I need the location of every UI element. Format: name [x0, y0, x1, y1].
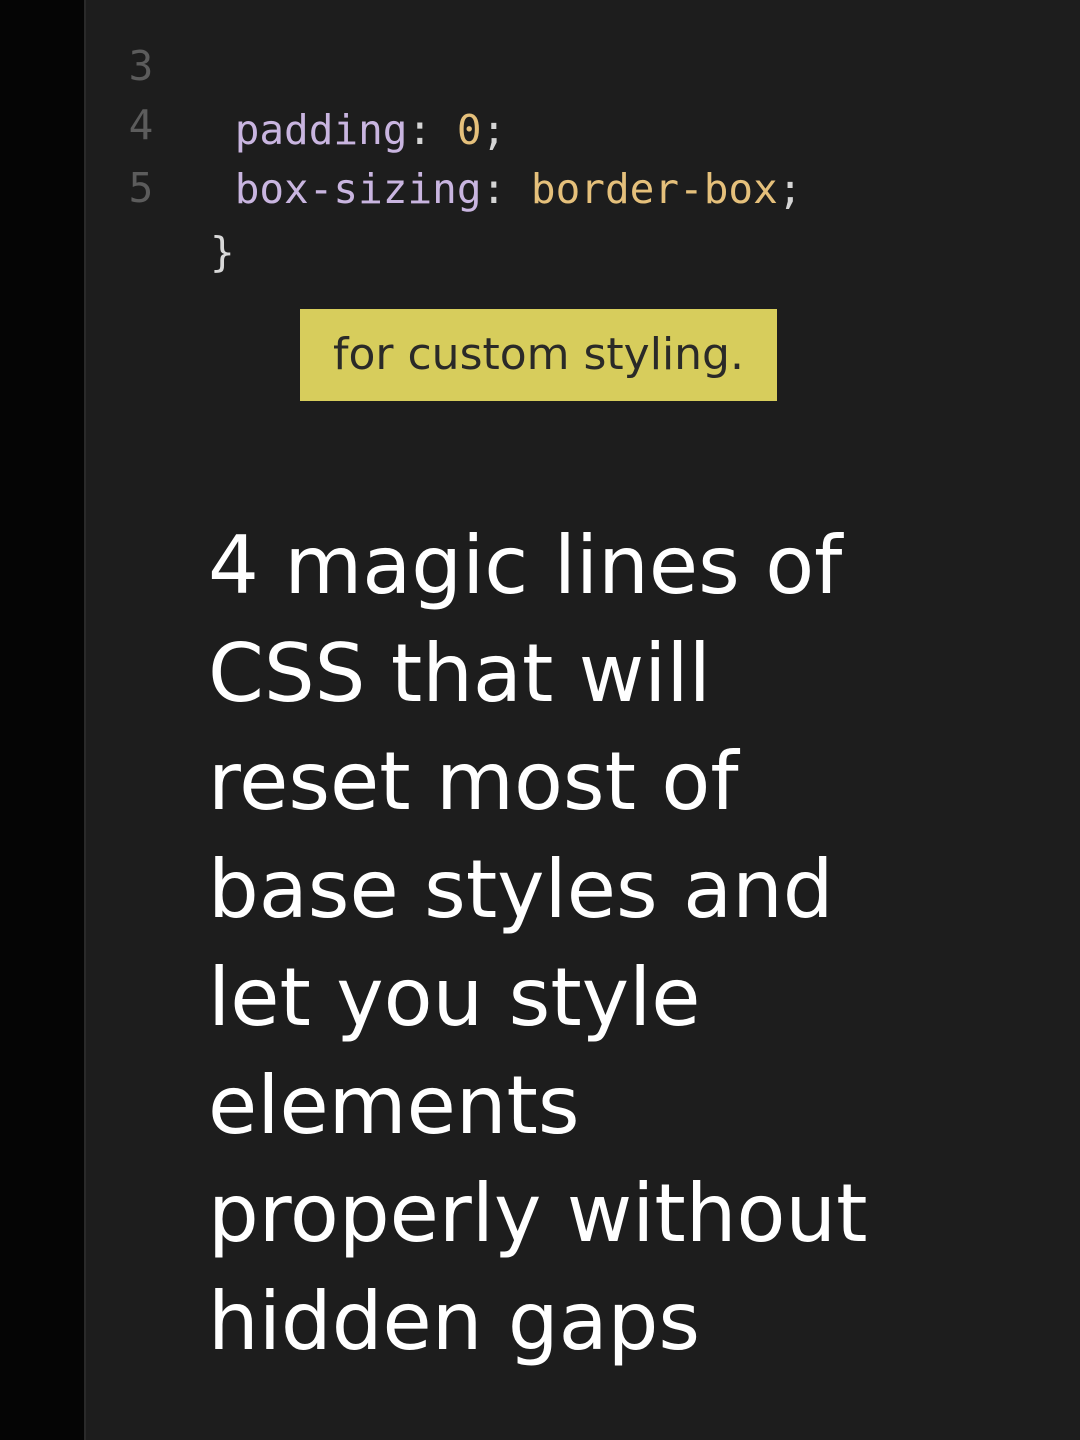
closing-brace: } — [210, 228, 235, 276]
headline-line: hidden gaps — [208, 1275, 701, 1368]
headline-line: let you style — [208, 951, 701, 1044]
headline-line: 4 magic lines of — [208, 519, 843, 612]
headline-line: reset most of — [208, 735, 739, 828]
left-dark-strip — [0, 0, 84, 1440]
code-content: box-sizing: border-box; — [210, 157, 803, 221]
headline-text: 4 magic lines of CSS that will reset mos… — [208, 512, 1028, 1376]
semicolon: ; — [777, 165, 803, 213]
code-line-4: 4 box-sizing: border-box; — [86, 29, 1080, 213]
line-number: 5 — [128, 164, 154, 212]
headline-line: CSS that will — [208, 627, 711, 720]
headline-line: base styles and — [208, 843, 834, 936]
caption-highlight: for custom styling. — [300, 309, 777, 401]
css-property: box-sizing — [234, 165, 482, 213]
css-value: border-box — [530, 165, 778, 213]
colon: : — [481, 165, 507, 213]
headline-line: elements — [208, 1059, 580, 1152]
code-line-5: 5 } — [86, 92, 1080, 276]
headline-line: properly without — [208, 1167, 868, 1260]
